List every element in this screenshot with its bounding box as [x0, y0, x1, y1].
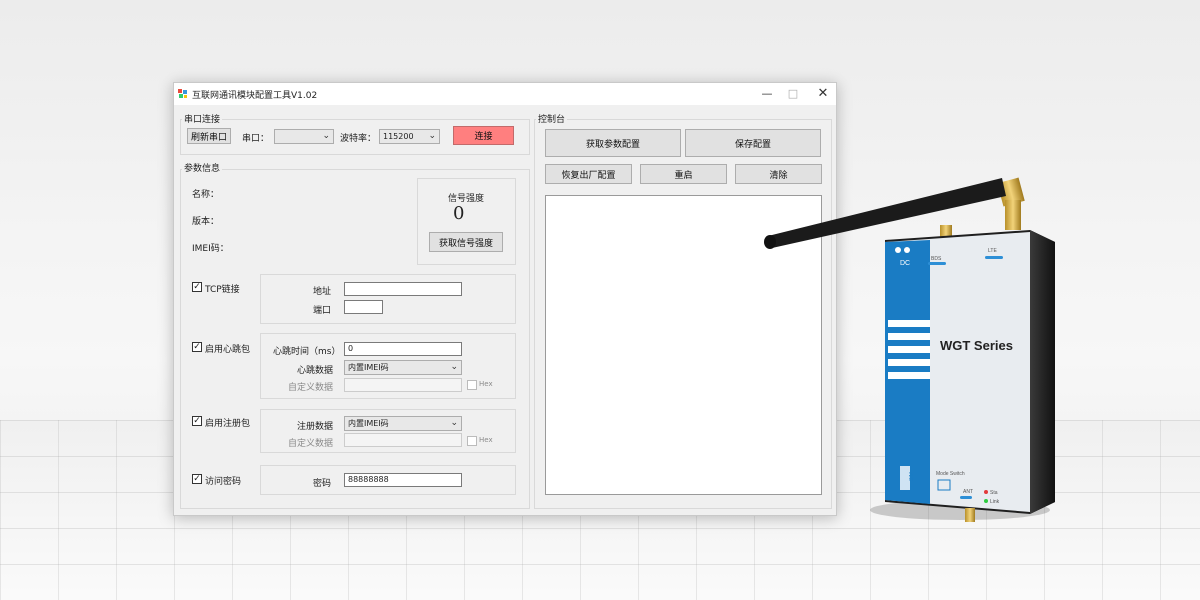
ant-label: ANT — [963, 489, 973, 495]
bds-label: BDS — [931, 256, 942, 262]
version-label: 版本： — [192, 217, 220, 227]
heartbeat-custom-label: 自定义数据 — [288, 383, 334, 393]
heartbeat-hex-label: Hex — [479, 380, 493, 388]
heartbeat-checkbox[interactable]: ✓ — [192, 342, 202, 352]
register-hex-label: Hex — [479, 436, 493, 444]
refresh-port-button[interactable]: 刷新串口 — [187, 128, 231, 144]
password-field[interactable]: 88888888 — [344, 473, 462, 487]
sta-label: Sta — [990, 490, 998, 496]
wgt-device-image: DC BDS LTE WGT Series SIM Mode Switch AN… — [764, 177, 1055, 522]
password-checkbox-label: 访问密码 — [205, 477, 242, 487]
register-checkbox[interactable]: ✓ — [192, 416, 202, 426]
register-hex-checkbox[interactable] — [467, 436, 477, 446]
address-label: 地址 — [313, 287, 332, 297]
sim-label: SIM — [909, 472, 915, 481]
chevron-down-icon: ⌄ — [450, 418, 458, 428]
signal-value: 0 — [453, 203, 465, 224]
password-checkbox[interactable]: ✓ — [192, 474, 202, 484]
minimize-button[interactable]: — — [754, 85, 780, 103]
get-config-button[interactable]: 获取参数配置 — [545, 129, 681, 157]
title-bar: 互联网通讯模块配置工具V1.02 — □ ✕ — [174, 83, 836, 105]
register-data-label: 注册数据 — [297, 422, 334, 432]
app-icon — [178, 89, 187, 98]
restart-button[interactable]: 重启 — [640, 164, 727, 184]
serial-group-label: 串口连接 — [182, 112, 223, 125]
port-label: 串口： — [242, 134, 270, 144]
close-button[interactable]: ✕ — [810, 85, 836, 103]
heartbeat-time-label: 心跳时间（ms） — [273, 347, 341, 357]
baud-select[interactable]: 115200 ⌄ — [379, 129, 440, 144]
save-config-button[interactable]: 保存配置 — [685, 129, 821, 157]
chevron-down-icon: ⌄ — [450, 362, 458, 372]
tcp-port-label: 端口 — [313, 306, 332, 316]
register-custom-field[interactable] — [344, 433, 462, 447]
tcp-checkbox-label: TCP链接 — [205, 285, 240, 295]
dc-label: DC — [900, 260, 910, 267]
get-signal-button[interactable]: 获取信号强度 — [429, 232, 503, 252]
address-field[interactable] — [344, 282, 462, 296]
register-checkbox-label: 启用注册包 — [205, 419, 251, 429]
heartbeat-data-label: 心跳数据 — [297, 366, 334, 376]
heartbeat-custom-field[interactable] — [344, 378, 462, 392]
tcp-port-field[interactable] — [344, 300, 383, 314]
tcp-checkbox[interactable]: ✓ — [192, 282, 202, 292]
mode-switch-label: Mode Switch — [936, 471, 965, 477]
window-title: 互联网通讯模块配置工具V1.02 — [192, 91, 318, 101]
heartbeat-hex-checkbox[interactable] — [467, 380, 477, 390]
heartbeat-time-field[interactable]: 0 — [344, 342, 462, 356]
register-data-select[interactable]: 内置IMEI码 ⌄ — [344, 416, 462, 431]
imei-label: IMEI码： — [192, 244, 229, 254]
chevron-down-icon: ⌄ — [428, 131, 436, 141]
port-select[interactable]: ⌄ — [274, 129, 334, 144]
link-label: Link — [990, 499, 1000, 505]
connect-button[interactable]: 连接 — [453, 126, 514, 145]
heartbeat-checkbox-label: 启用心跳包 — [205, 345, 251, 355]
chevron-down-icon: ⌄ — [322, 131, 330, 141]
params-group-label: 参数信息 — [182, 161, 223, 174]
heartbeat-data-select[interactable]: 内置IMEI码 ⌄ — [344, 360, 462, 375]
baud-label: 波特率： — [340, 134, 377, 144]
name-label: 名称： — [192, 190, 220, 200]
register-custom-label: 自定义数据 — [288, 439, 334, 449]
factory-reset-button[interactable]: 恢复出厂配置 — [545, 164, 632, 184]
maximize-button[interactable]: □ — [780, 85, 806, 103]
lte-label: LTE — [988, 248, 997, 254]
config-tool-window: 互联网通讯模块配置工具V1.02 — □ ✕ 串口连接 刷新串口 串口： ⌄ 波… — [173, 82, 837, 516]
console-group-label: 控制台 — [536, 112, 568, 125]
series-label: WGT Series — [940, 338, 1013, 353]
password-label: 密码 — [313, 479, 332, 489]
